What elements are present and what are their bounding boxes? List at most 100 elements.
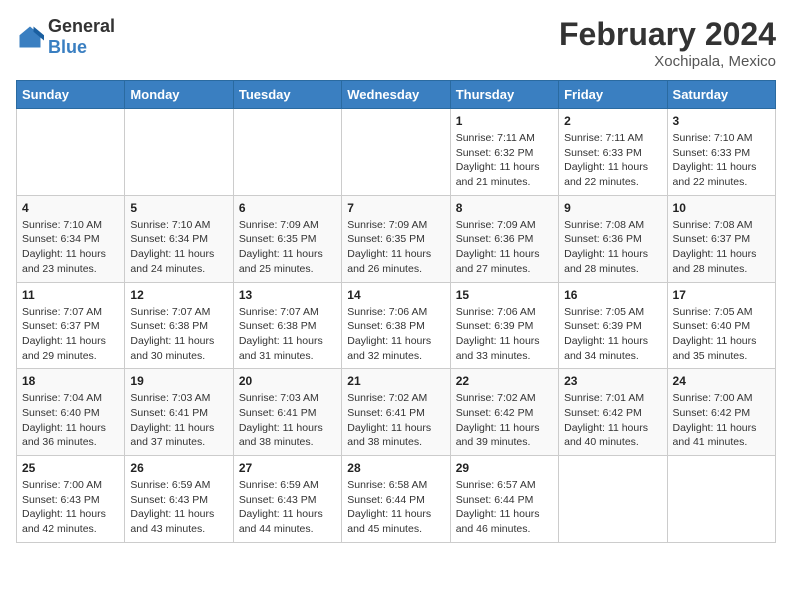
calendar-cell: 12Sunrise: 7:07 AM Sunset: 6:38 PM Dayli…: [125, 282, 233, 369]
calendar-table: SundayMondayTuesdayWednesdayThursdayFrid…: [16, 80, 776, 543]
day-info: Sunrise: 7:03 AM Sunset: 6:41 PM Dayligh…: [130, 391, 227, 450]
calendar-cell: 23 Sunrise: 7:01 AM Sunset: 6:42 PM Dayli…: [559, 369, 667, 456]
day-info: Sunrise: 7:07 AM Sunset: 6:38 PM Dayligh…: [239, 305, 336, 364]
day-info: Sunrise: 7:00 AM Sunset: 6:43 PM Dayligh…: [22, 478, 119, 537]
calendar-cell: 17 Sunrise: 7:05 AM Sunset: 6:40 PM Dayli…: [667, 282, 775, 369]
calendar-week-row: 1 Sunrise: 7:11 AM Sunset: 6:32 PM Daylig…: [17, 109, 776, 196]
calendar-week-row: 11 Sunrise: 7:07 AM Sunset: 6:37 PM Dayli…: [17, 282, 776, 369]
calendar-week-row: 25 Sunrise: 7:00 AM Sunset: 6:43 PM Dayli…: [17, 456, 776, 543]
calendar-cell: 27 Sunrise: 6:59 AM Sunset: 6:43 PM Dayli…: [233, 456, 341, 543]
day-number: 10: [673, 201, 770, 215]
calendar-cell: 9Sunrise: 7:08 AM Sunset: 6:36 PM Daylig…: [559, 195, 667, 282]
day-info: Sunrise: 7:07 AM Sunset: 6:38 PM Dayligh…: [130, 305, 227, 364]
day-info: Sunrise: 7:10 AM Sunset: 6:34 PM Dayligh…: [22, 218, 119, 277]
day-number: 22: [456, 374, 553, 388]
day-number: 15: [456, 288, 553, 302]
calendar-cell: 2 Sunrise: 7:11 AM Sunset: 6:33 PM Daylig…: [559, 109, 667, 196]
calendar-week-row: 18 Sunrise: 7:04 AM Sunset: 6:40 PM Dayli…: [17, 369, 776, 456]
day-number: 4: [22, 201, 119, 215]
day-info: Sunrise: 7:11 AM Sunset: 6:32 PM Dayligh…: [456, 131, 553, 190]
day-info: Sunrise: 7:09 AM Sunset: 6:36 PM Dayligh…: [456, 218, 553, 277]
day-number: 24: [673, 374, 770, 388]
calendar-cell: [667, 456, 775, 543]
weekday-header-monday: Monday: [125, 81, 233, 109]
calendar-cell: [559, 456, 667, 543]
day-number: 3: [673, 114, 770, 128]
calendar-cell: 8Sunrise: 7:09 AM Sunset: 6:36 PM Daylig…: [450, 195, 558, 282]
day-info: Sunrise: 7:00 AM Sunset: 6:42 PM Dayligh…: [673, 391, 770, 450]
day-number: 11: [22, 288, 119, 302]
day-number: 1: [456, 114, 553, 128]
weekday-header-friday: Friday: [559, 81, 667, 109]
calendar-cell: 11 Sunrise: 7:07 AM Sunset: 6:37 PM Dayli…: [17, 282, 125, 369]
calendar-cell: 15 Sunrise: 7:06 AM Sunset: 6:39 PM Dayli…: [450, 282, 558, 369]
weekday-header-row: SundayMondayTuesdayWednesdayThursdayFrid…: [17, 81, 776, 109]
day-number: 18: [22, 374, 119, 388]
day-number: 19: [130, 374, 227, 388]
calendar-cell: 13 Sunrise: 7:07 AM Sunset: 6:38 PM Dayli…: [233, 282, 341, 369]
calendar-cell: 6 Sunrise: 7:09 AM Sunset: 6:35 PM Daylig…: [233, 195, 341, 282]
day-info: Sunrise: 7:06 AM Sunset: 6:39 PM Dayligh…: [456, 305, 553, 364]
day-number: 17: [673, 288, 770, 302]
day-info: Sunrise: 7:01 AM Sunset: 6:42 PM Dayligh…: [564, 391, 661, 450]
logo-text-general: General: [48, 16, 115, 36]
weekday-header-saturday: Saturday: [667, 81, 775, 109]
calendar-cell: [125, 109, 233, 196]
day-number: 28: [347, 461, 444, 475]
location-subtitle: Xochipala, Mexico: [559, 53, 776, 70]
calendar-cell: 14 Sunrise: 7:06 AM Sunset: 6:38 PM Dayli…: [342, 282, 450, 369]
logo-text-blue: Blue: [48, 37, 87, 57]
weekday-header-wednesday: Wednesday: [342, 81, 450, 109]
weekday-header-sunday: Sunday: [17, 81, 125, 109]
calendar-cell: 1 Sunrise: 7:11 AM Sunset: 6:32 PM Daylig…: [450, 109, 558, 196]
day-number: 13: [239, 288, 336, 302]
day-number: 14: [347, 288, 444, 302]
calendar-cell: 18 Sunrise: 7:04 AM Sunset: 6:40 PM Dayli…: [17, 369, 125, 456]
page-header: General Blue February 2024 Xochipala, Me…: [16, 16, 776, 70]
calendar-cell: 22Sunrise: 7:02 AM Sunset: 6:42 PM Dayli…: [450, 369, 558, 456]
day-info: Sunrise: 7:09 AM Sunset: 6:35 PM Dayligh…: [347, 218, 444, 277]
calendar-cell: 20 Sunrise: 7:03 AM Sunset: 6:41 PM Dayli…: [233, 369, 341, 456]
day-info: Sunrise: 7:05 AM Sunset: 6:39 PM Dayligh…: [564, 305, 661, 364]
day-info: Sunrise: 7:04 AM Sunset: 6:40 PM Dayligh…: [22, 391, 119, 450]
calendar-cell: 21 Sunrise: 7:02 AM Sunset: 6:41 PM Dayli…: [342, 369, 450, 456]
day-number: 20: [239, 374, 336, 388]
calendar-cell: [17, 109, 125, 196]
calendar-cell: 25 Sunrise: 7:00 AM Sunset: 6:43 PM Dayli…: [17, 456, 125, 543]
logo: General Blue: [16, 16, 115, 58]
day-number: 29: [456, 461, 553, 475]
day-number: 25: [22, 461, 119, 475]
day-number: 9: [564, 201, 661, 215]
day-info: Sunrise: 7:08 AM Sunset: 6:37 PM Dayligh…: [673, 218, 770, 277]
calendar-cell: 29 Sunrise: 6:57 AM Sunset: 6:44 PM Dayli…: [450, 456, 558, 543]
calendar-cell: [233, 109, 341, 196]
day-info: Sunrise: 6:57 AM Sunset: 6:44 PM Dayligh…: [456, 478, 553, 537]
month-year-title: February 2024: [559, 16, 776, 53]
day-info: Sunrise: 7:10 AM Sunset: 6:34 PM Dayligh…: [130, 218, 227, 277]
day-info: Sunrise: 7:03 AM Sunset: 6:41 PM Dayligh…: [239, 391, 336, 450]
calendar-cell: 7 Sunrise: 7:09 AM Sunset: 6:35 PM Daylig…: [342, 195, 450, 282]
day-info: Sunrise: 7:11 AM Sunset: 6:33 PM Dayligh…: [564, 131, 661, 190]
day-info: Sunrise: 6:59 AM Sunset: 6:43 PM Dayligh…: [130, 478, 227, 537]
day-info: Sunrise: 7:10 AM Sunset: 6:33 PM Dayligh…: [673, 131, 770, 190]
calendar-cell: 28Sunrise: 6:58 AM Sunset: 6:44 PM Dayli…: [342, 456, 450, 543]
day-number: 21: [347, 374, 444, 388]
day-info: Sunrise: 7:09 AM Sunset: 6:35 PM Dayligh…: [239, 218, 336, 277]
calendar-cell: 26Sunrise: 6:59 AM Sunset: 6:43 PM Dayli…: [125, 456, 233, 543]
day-number: 7: [347, 201, 444, 215]
calendar-week-row: 4 Sunrise: 7:10 AM Sunset: 6:34 PM Daylig…: [17, 195, 776, 282]
day-number: 16: [564, 288, 661, 302]
weekday-header-tuesday: Tuesday: [233, 81, 341, 109]
day-number: 27: [239, 461, 336, 475]
day-info: Sunrise: 7:05 AM Sunset: 6:40 PM Dayligh…: [673, 305, 770, 364]
day-number: 23: [564, 374, 661, 388]
day-number: 5: [130, 201, 227, 215]
day-number: 2: [564, 114, 661, 128]
calendar-cell: 3 Sunrise: 7:10 AM Sunset: 6:33 PM Daylig…: [667, 109, 775, 196]
day-number: 6: [239, 201, 336, 215]
day-info: Sunrise: 6:59 AM Sunset: 6:43 PM Dayligh…: [239, 478, 336, 537]
calendar-cell: 5 Sunrise: 7:10 AM Sunset: 6:34 PM Daylig…: [125, 195, 233, 282]
day-info: Sunrise: 7:06 AM Sunset: 6:38 PM Dayligh…: [347, 305, 444, 364]
day-info: Sunrise: 7:07 AM Sunset: 6:37 PM Dayligh…: [22, 305, 119, 364]
day-info: Sunrise: 7:02 AM Sunset: 6:41 PM Dayligh…: [347, 391, 444, 450]
